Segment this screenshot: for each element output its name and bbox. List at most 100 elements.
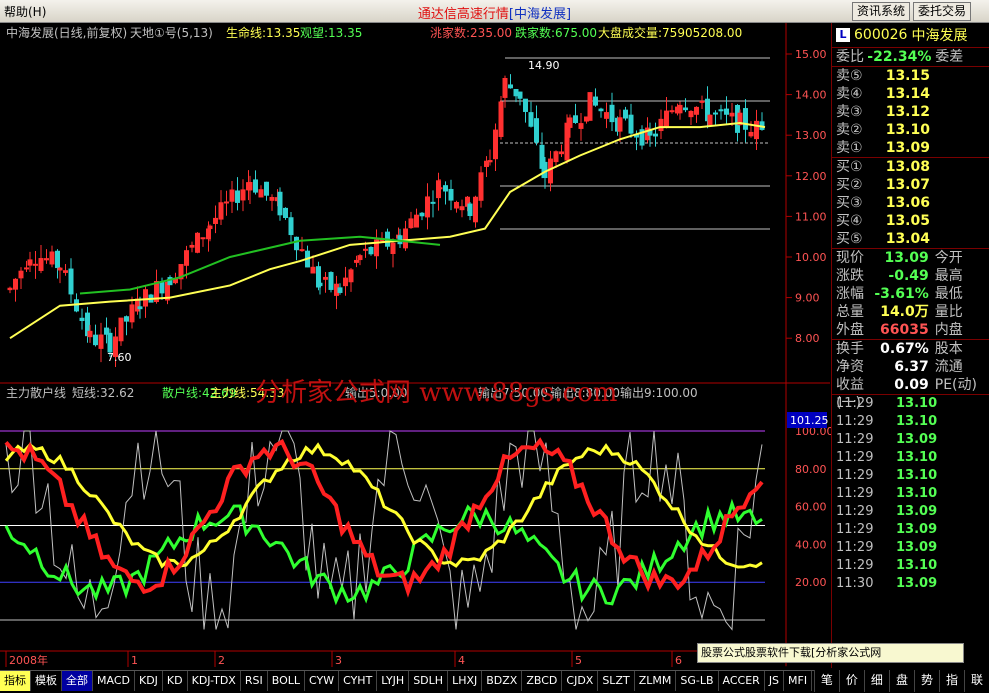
row-right-label: 内盘 xyxy=(934,322,963,338)
trade-button[interactable]: 委托交易 xyxy=(913,2,972,21)
tab-js[interactable]: JS xyxy=(765,671,785,691)
tab-kdj-tdx[interactable]: KDJ-TDX xyxy=(188,671,241,691)
tab-macd[interactable]: MACD xyxy=(93,671,135,691)
tab-rsi[interactable]: RSI xyxy=(241,671,268,691)
panel-tab[interactable]: 细 xyxy=(863,670,889,692)
tick-price: 13.09 xyxy=(896,432,938,447)
tab-lyjh[interactable]: LYJH xyxy=(377,671,410,691)
tab-sdlh[interactable]: SDLH xyxy=(409,671,449,691)
candlestick-chart[interactable]: 中海发展(日线,前复权) 天地①号(5,13) 生命线:13.35 观望:13.… xyxy=(0,23,834,668)
tab-cjdx[interactable]: CJDX xyxy=(562,671,599,691)
tab-cyht[interactable]: CYHT xyxy=(339,671,378,691)
candle-body xyxy=(33,263,38,266)
price-tick-label: 15.00 xyxy=(795,48,827,61)
tab-模板[interactable]: 模板 xyxy=(31,671,62,691)
quote-row: 卖④ 13.14 xyxy=(832,85,989,103)
candle-body xyxy=(124,316,129,322)
tick-list: 11:29 13.10 11:29 13.10 11:29 13.09 11:29 13.10… xyxy=(832,395,989,593)
date-label: 3 xyxy=(335,654,342,667)
quote-row: 净资 6.37 流通 xyxy=(832,358,989,376)
quote-row: 卖② 13.10 xyxy=(832,121,989,139)
tick-row: 11:29 13.10 xyxy=(832,449,989,467)
tick-price: 13.09 xyxy=(896,522,938,537)
tick-price: 13.10 xyxy=(896,414,938,429)
quote-row: 卖① 13.09 xyxy=(832,139,989,157)
tab-全部[interactable]: 全部 xyxy=(62,671,93,691)
tab-mfi[interactable]: MFI xyxy=(784,671,813,691)
tab-boll[interactable]: BOLL xyxy=(268,671,305,691)
candle-body xyxy=(623,109,628,119)
tab-cyw[interactable]: CYW xyxy=(305,671,340,691)
candle-body xyxy=(57,267,63,271)
tab-指标[interactable]: 指标 xyxy=(0,671,31,691)
candle-body xyxy=(235,190,240,203)
candle-body xyxy=(707,114,713,126)
tab-slzt[interactable]: SLZT xyxy=(598,671,635,691)
candle-body xyxy=(348,269,354,283)
candle-body xyxy=(218,202,224,220)
legend-volume: 大盘成交量:75905208.00 xyxy=(598,25,742,40)
legend-indicator: 天地①号(5,13) xyxy=(130,26,213,40)
price-tick-label: 12.00 xyxy=(795,170,827,183)
candle-body xyxy=(93,334,98,346)
tick-row: 11:29 13.10 xyxy=(832,485,989,503)
row-label: 卖② xyxy=(836,122,863,138)
candle-body xyxy=(425,196,430,218)
panel-tab[interactable]: 价 xyxy=(838,670,864,692)
panel-tab[interactable]: 势 xyxy=(913,670,939,692)
sub-legend-zhuli: 主力线:54.33 xyxy=(210,386,284,400)
candle-body xyxy=(593,96,598,106)
candle-body xyxy=(604,112,609,119)
row-value: 13.09 xyxy=(885,140,930,156)
help-menu[interactable]: 帮助(H) xyxy=(4,3,46,20)
news-button[interactable]: 资讯系统 xyxy=(852,2,911,21)
candle-body xyxy=(564,122,570,161)
candle-body xyxy=(459,206,465,211)
candle-body xyxy=(184,250,189,266)
quote-row: 现价 13.09 今开 xyxy=(832,249,989,267)
row-label: 卖⑤ xyxy=(836,68,863,84)
panel-tab[interactable]: 盘 xyxy=(888,670,914,692)
quote-row: 买④ 13.05 xyxy=(832,212,989,230)
tab-bdzx[interactable]: BDZX xyxy=(482,671,523,691)
chart-area[interactable]: 中海发展(日线,前复权) 天地①号(5,13) 生命线:13.35 观望:13.… xyxy=(0,23,834,668)
candle-body xyxy=(688,110,694,118)
tab-accer[interactable]: ACCER xyxy=(719,671,765,691)
row-label: 涨跌 xyxy=(836,268,864,284)
tab-zlmm[interactable]: ZLMM xyxy=(635,671,677,691)
title-bar: 帮助(H) 通达信高速行情[中海发展] 资讯系统 委托交易 xyxy=(0,0,989,23)
quote-row: 涨幅 -3.61% 最低 xyxy=(832,285,989,303)
tab-sg-lb[interactable]: SG-LB xyxy=(676,671,719,691)
tab-kdj[interactable]: KDJ xyxy=(135,671,163,691)
candle-body xyxy=(269,197,275,201)
candle-body xyxy=(694,106,699,115)
tick-time: 11:29 xyxy=(836,504,874,519)
panel-tab[interactable]: 指 xyxy=(938,670,964,692)
panel-tab[interactable]: 笔 xyxy=(813,670,839,692)
candle-body xyxy=(118,317,124,342)
quote-row: 涨跌 -0.49 最高 xyxy=(832,267,989,285)
row-label: 卖④ xyxy=(836,86,863,102)
candle-body xyxy=(542,161,548,179)
row-right-label: 量比 xyxy=(934,304,963,320)
row-value: 14.0万 xyxy=(880,304,929,320)
ad-banner[interactable]: 股票公式股票软件下载[分析家公式网www.88gs.com] xyxy=(697,643,964,677)
tab-zbcd[interactable]: ZBCD xyxy=(522,671,563,691)
quote-row: 外盘 66035 内盘 xyxy=(832,321,989,339)
panel-tab[interactable]: 联 xyxy=(963,670,989,692)
candle-body xyxy=(98,334,104,349)
candle-body xyxy=(159,281,165,294)
date-label: 1 xyxy=(131,654,138,667)
candle-body xyxy=(49,251,55,265)
candle-body xyxy=(18,270,24,279)
tick-price: 13.09 xyxy=(896,540,938,555)
row-label: 现价 xyxy=(836,250,864,266)
sub-legend-name: 主力散户线 xyxy=(6,385,66,400)
tab-lhxj[interactable]: LHXJ xyxy=(448,671,483,691)
tick-price: 13.10 xyxy=(896,450,938,465)
row-value: -3.61% xyxy=(874,286,929,302)
tab-kd[interactable]: KD xyxy=(163,671,188,691)
candle-body xyxy=(454,201,459,209)
candle-body xyxy=(343,277,348,287)
panel-tabs: 笔价细盘势指联 xyxy=(813,670,989,692)
